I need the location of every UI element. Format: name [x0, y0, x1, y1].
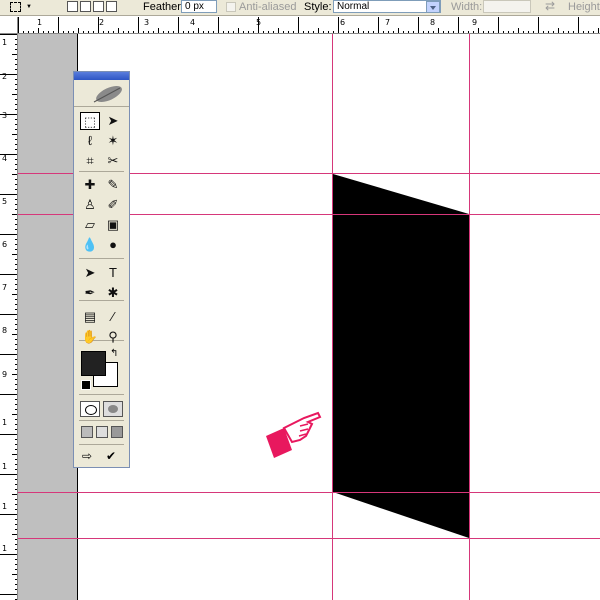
ruler-label: 7	[385, 18, 391, 27]
style-dropdown-arrow-icon[interactable]	[426, 1, 440, 13]
hand-tool-icon[interactable]: ✋	[80, 328, 100, 346]
lasso-tool-icon[interactable]: ℓ	[80, 132, 100, 150]
full-screen-menu-mode-icon[interactable]	[96, 426, 108, 438]
ruler-label: 1	[2, 502, 8, 511]
notes-tool-icon[interactable]: ▤	[80, 308, 100, 326]
standard-screen-mode-icon[interactable]	[81, 426, 93, 438]
horizontal-ruler-ticks	[18, 17, 599, 33]
eraser-tool-icon[interactable]: ▱	[80, 216, 100, 234]
standard-mode-icon	[85, 405, 97, 415]
feather-logo-icon[interactable]	[74, 80, 129, 107]
width-input[interactable]	[483, 0, 531, 13]
ruler-label: 6	[340, 18, 346, 27]
imageready-check-icon: ✔	[106, 449, 117, 463]
ruler-label: 9	[472, 18, 478, 27]
tools-separator	[79, 394, 124, 395]
feather-input[interactable]: 0 px	[181, 0, 217, 13]
ruler-label: 4	[2, 154, 8, 163]
pointing-hand-cursor-icon	[266, 411, 322, 458]
dodge-tool-icon[interactable]: ●	[103, 236, 123, 254]
ruler-label: 7	[2, 283, 8, 292]
pen-tool-icon[interactable]: ✒	[80, 284, 100, 302]
ruler-label: 2	[2, 72, 8, 81]
blur-tool-icon[interactable]: 💧	[80, 236, 100, 254]
crop-tool-icon[interactable]: ⌗	[80, 152, 100, 170]
swap-colors-icon[interactable]: ↰	[110, 348, 118, 359]
ruler-label: 9	[2, 370, 8, 379]
tools-separator	[79, 258, 124, 259]
marquee-preset-icon[interactable]	[10, 2, 21, 12]
vertical-guide[interactable]	[469, 34, 470, 600]
preset-dropdown-arrow-icon[interactable]: ▼	[26, 4, 32, 10]
style-select[interactable]: Normal	[333, 0, 441, 13]
black-trapezoid	[333, 174, 469, 538]
antialiased-checkbox[interactable]	[226, 2, 236, 12]
slice-tool-icon[interactable]: ✂	[103, 152, 123, 170]
move-tool-icon[interactable]: ➤	[103, 112, 123, 130]
swap-dimensions-icon[interactable]: ⇄	[545, 0, 555, 13]
tools-separator	[79, 171, 124, 172]
ruler-origin[interactable]	[0, 17, 18, 34]
antialiased-label: Anti-aliased	[239, 1, 297, 13]
ruler-label: 5	[256, 18, 262, 27]
foreground-color-swatch[interactable]	[81, 351, 106, 376]
type-tool-icon[interactable]: T	[103, 264, 123, 282]
new-selection-icon[interactable]	[67, 1, 78, 12]
standard-mode-button[interactable]	[80, 401, 100, 417]
ruler-label: 8	[430, 18, 436, 27]
ruler-label: 1	[2, 38, 8, 47]
tools-separator	[79, 420, 124, 421]
width-label: Width:	[451, 1, 483, 13]
history-brush-tool-icon[interactable]: ✐	[103, 196, 123, 214]
ruler-label: 4	[190, 18, 196, 27]
subtract-from-selection-icon[interactable]	[93, 1, 104, 12]
ruler-label: 8	[2, 326, 8, 335]
brush-tool-icon[interactable]: ✎	[103, 176, 123, 194]
ruler-label: 1	[37, 18, 43, 27]
eyedropper-tool-icon[interactable]: ⁄	[103, 308, 123, 326]
vertical-guide[interactable]	[332, 34, 333, 600]
ruler-label: 6	[2, 240, 8, 249]
rectangular-marquee-tool-icon[interactable]: ⬚	[80, 112, 100, 130]
custom-shape-tool-icon[interactable]: ✱	[103, 284, 123, 302]
magic-wand-tool-icon[interactable]: ✶	[103, 132, 123, 150]
jump-to-imageready-icon: ⇨	[82, 449, 93, 463]
feather-label: Feather:	[143, 1, 184, 13]
ruler-label: 1	[2, 418, 8, 427]
healing-brush-tool-icon[interactable]: ✚	[80, 176, 100, 194]
path-selection-tool-icon[interactable]: ➤	[80, 264, 100, 282]
tools-palette-titlebar[interactable]	[74, 72, 129, 80]
vertical-ruler[interactable]: 1 2 3 4 5 6 7 8 9 1 1 1 1	[0, 34, 18, 600]
quick-mask-mode-icon	[108, 405, 118, 413]
gradient-tool-icon[interactable]: ▣	[103, 216, 123, 234]
add-to-selection-icon[interactable]	[80, 1, 91, 12]
intersect-selection-icon[interactable]	[106, 1, 117, 12]
horizontal-guide[interactable]	[18, 538, 600, 539]
tools-palette[interactable]: ⬚ ➤ ℓ ✶ ⌗ ✂ ✚ ✎ ♙ ✐ ▱ ▣ 💧 ● ➤ T ✒ ✱ ▤ ⁄ ✋ ⚲ ↰ ⇨ ✔	[73, 71, 130, 468]
style-label: Style:	[304, 1, 332, 13]
tools-separator	[79, 444, 124, 445]
ruler-label: 2	[99, 18, 105, 27]
ruler-label: 1	[2, 462, 8, 471]
zoom-tool-icon[interactable]: ⚲	[103, 328, 123, 346]
default-colors-icon[interactable]	[81, 380, 91, 390]
ruler-label: 1	[2, 544, 8, 553]
clone-stamp-tool-icon[interactable]: ♙	[80, 196, 100, 214]
ruler-label: 3	[2, 111, 8, 120]
height-label: Height:	[568, 1, 600, 13]
quick-mask-mode-button[interactable]	[103, 401, 123, 417]
ruler-label: 5	[2, 197, 8, 206]
jump-to-imageready-button[interactable]: ⇨ ✔	[80, 449, 124, 465]
ruler-label: 3	[144, 18, 150, 27]
pasteboard	[18, 34, 78, 600]
horizontal-ruler[interactable]: 1 2 3 4 5 6 7 8 9	[18, 17, 600, 34]
full-screen-mode-icon[interactable]	[111, 426, 123, 438]
horizontal-guide[interactable]	[18, 492, 600, 493]
options-bar: ▼ Feather: 0 px Anti-aliased Style: Norm…	[0, 0, 600, 16]
